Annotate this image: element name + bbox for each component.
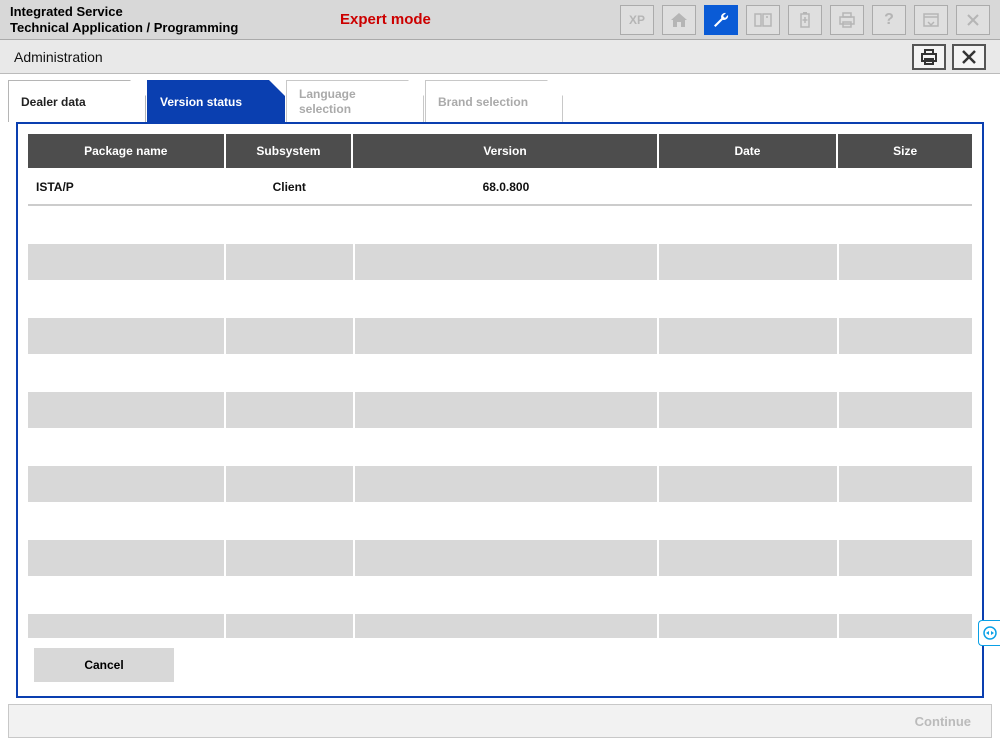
layout-icon: [754, 13, 772, 27]
cell-version: 68.0.800: [355, 170, 658, 204]
cell-size: [839, 614, 972, 638]
teamviewer-icon: [983, 626, 997, 640]
cell-size: [839, 466, 972, 502]
cell-date: [659, 540, 837, 576]
print-icon: [920, 49, 938, 65]
tab-label: Brand selection: [438, 95, 528, 109]
cell-date: [659, 244, 837, 280]
print-button[interactable]: [830, 5, 864, 35]
subbar-title: Administration: [14, 49, 103, 65]
tab-label: Version status: [160, 95, 242, 109]
battery-button[interactable]: [788, 5, 822, 35]
cell-version: [355, 318, 658, 354]
subbar-icon-group: [912, 44, 986, 70]
continue-button: Continue: [915, 714, 971, 729]
app-title-line2: Technical Application / Programming: [10, 20, 320, 36]
table-row[interactable]: ISTA/PClient68.0.800: [28, 170, 972, 206]
cell-version: [355, 614, 658, 638]
header-size: Size: [838, 134, 972, 168]
cell-date: [659, 392, 837, 428]
cell-size: [839, 244, 972, 280]
sub-toolbar: Administration: [0, 40, 1000, 74]
grid-body: ISTA/PClient68.0.800: [28, 168, 972, 638]
cell-size: [839, 170, 972, 204]
tab-brand-selection: Brand selection: [425, 80, 563, 122]
cell-date: [659, 170, 837, 204]
tab-label: Dealer data: [21, 95, 86, 109]
table-row: [28, 540, 972, 576]
table-row: [28, 318, 972, 354]
header-version: Version: [353, 134, 658, 168]
header-date: Date: [659, 134, 839, 168]
tab-language-selection: Language selection: [286, 80, 424, 122]
xp-button[interactable]: XP: [620, 5, 654, 35]
cell-subsystem: [226, 540, 353, 576]
cell-date: [659, 318, 837, 354]
cell-date: [659, 614, 837, 638]
cell-package: [28, 614, 224, 638]
tab-label-line1: Language: [299, 87, 356, 101]
grid-header-row: Package name Subsystem Version Date Size: [28, 134, 972, 168]
tabs-container: Dealer data Version status Language sele…: [8, 78, 992, 698]
cell-subsystem: [226, 614, 353, 638]
subbar-print-button[interactable]: [912, 44, 946, 70]
toolbar-icon-group: XP ?: [620, 5, 990, 35]
window-button[interactable]: [914, 5, 948, 35]
cell-subsystem: [226, 244, 353, 280]
cell-version: [355, 540, 658, 576]
tab-dealer-data[interactable]: Dealer data: [8, 80, 146, 122]
cell-date: [659, 466, 837, 502]
window-icon: [922, 12, 940, 28]
cell-package: [28, 318, 224, 354]
mode-label: Expert mode: [340, 11, 500, 28]
version-grid: Package name Subsystem Version Date Size…: [28, 134, 972, 638]
subbar-close-button[interactable]: [952, 44, 986, 70]
cell-package: [28, 244, 224, 280]
cell-package: [28, 540, 224, 576]
cell-package: ISTA/P: [28, 170, 224, 204]
cell-package: [28, 466, 224, 502]
header-package: Package name: [28, 134, 226, 168]
header-subsystem: Subsystem: [226, 134, 354, 168]
wrench-button[interactable]: [704, 5, 738, 35]
bottom-strip: Continue: [8, 704, 992, 738]
tabs-row: Dealer data Version status Language sele…: [8, 78, 992, 122]
cell-version: [355, 466, 658, 502]
top-toolbar: Integrated Service Technical Application…: [0, 0, 1000, 40]
cell-version: [355, 244, 658, 280]
layout-button[interactable]: [746, 5, 780, 35]
tab-label-line2: selection: [299, 102, 351, 116]
table-row: [28, 614, 972, 638]
app-title-line1: Integrated Service: [10, 4, 320, 20]
cancel-button[interactable]: Cancel: [34, 648, 174, 682]
battery-icon: [798, 11, 812, 29]
close-app-button[interactable]: [956, 5, 990, 35]
home-icon: [670, 12, 688, 28]
table-row: [28, 244, 972, 280]
cell-size: [839, 318, 972, 354]
home-button[interactable]: [662, 5, 696, 35]
close-icon: [961, 49, 977, 65]
cell-size: [839, 540, 972, 576]
table-row: [28, 392, 972, 428]
close-icon: [966, 13, 980, 27]
table-row: [28, 466, 972, 502]
xp-icon-text: XP: [629, 13, 645, 27]
tab-version-status[interactable]: Version status: [147, 80, 285, 122]
cell-subsystem: [226, 392, 353, 428]
main-panel: Package name Subsystem Version Date Size…: [16, 122, 984, 698]
cell-subsystem: Client: [226, 170, 353, 204]
print-icon: [838, 12, 856, 28]
cell-package: [28, 392, 224, 428]
cell-version: [355, 392, 658, 428]
wrench-icon: [712, 11, 730, 29]
app-title-block: Integrated Service Technical Application…: [10, 4, 320, 35]
side-widget-button[interactable]: [978, 620, 1000, 646]
help-button[interactable]: ?: [872, 5, 906, 35]
cell-subsystem: [226, 466, 353, 502]
help-icon: ?: [884, 11, 894, 29]
cell-size: [839, 392, 972, 428]
cell-subsystem: [226, 318, 353, 354]
